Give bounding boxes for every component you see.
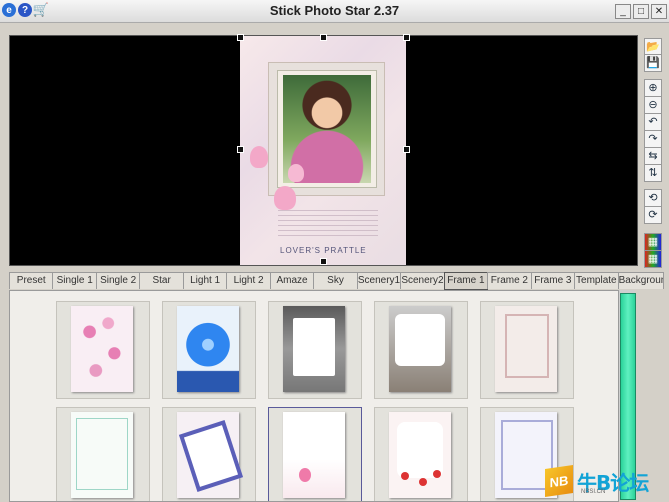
title-bar: e ? 🛒 Stick Photo Star 2.37 _ □ ✕ xyxy=(0,0,669,23)
photo-caption: LOVER'S PRATTLE xyxy=(280,246,367,255)
color-balance-icon[interactable]: ▦ xyxy=(644,250,662,268)
tab-preset[interactable]: Preset xyxy=(9,272,54,289)
photo-frame xyxy=(268,62,385,196)
tab-light-2[interactable]: Light 2 xyxy=(226,272,271,289)
resize-handle[interactable] xyxy=(403,34,410,41)
zoom-out-icon[interactable]: ⊖ xyxy=(644,96,662,114)
decorative-text xyxy=(278,206,378,238)
rotate-right-icon[interactable]: ↷ xyxy=(644,130,662,148)
resize-handle[interactable] xyxy=(403,146,410,153)
thumbnail-blue-flower[interactable] xyxy=(162,301,256,399)
flip-horizontal-icon[interactable]: ⇆ xyxy=(644,147,662,165)
tulip-decoration xyxy=(288,164,304,182)
watermark-sub: NBSI.CN xyxy=(581,489,606,495)
thumbnail-pink-border[interactable] xyxy=(480,301,574,399)
flip-vertical-icon[interactable]: ⇅ xyxy=(644,164,662,182)
window-title: Stick Photo Star 2.37 xyxy=(269,3,400,18)
maximize-button[interactable]: □ xyxy=(633,4,649,19)
resize-handle[interactable] xyxy=(237,34,244,41)
window-controls: _ □ ✕ xyxy=(615,4,667,19)
thumbnail-white-vignette[interactable] xyxy=(374,301,468,399)
tulip-decoration xyxy=(250,146,268,168)
thumbnail-red-floral[interactable] xyxy=(374,407,468,501)
color-adjust-icon[interactable]: ▦ xyxy=(644,233,662,251)
thumbnail-pink-flowers[interactable] xyxy=(56,301,150,399)
close-button[interactable]: ✕ xyxy=(651,4,667,19)
minimize-button[interactable]: _ xyxy=(615,4,631,19)
resize-handle[interactable] xyxy=(320,258,327,265)
tab-star[interactable]: Star xyxy=(139,272,184,289)
preview-canvas[interactable]: LOVER'S PRATTLE xyxy=(9,34,638,266)
thumbnail-gallery xyxy=(9,290,619,502)
tab-background[interactable]: Background xyxy=(617,272,664,289)
tab-scenery2[interactable]: Scenery2 xyxy=(400,272,445,289)
tab-single-1[interactable]: Single 1 xyxy=(52,272,97,289)
tab-frame-1[interactable]: Frame 1 xyxy=(443,272,489,290)
tab-template[interactable]: Template xyxy=(574,272,619,289)
zoom-in-icon[interactable]: ⊕ xyxy=(644,79,662,97)
photo-preview[interactable]: LOVER'S PRATTLE xyxy=(240,36,406,265)
tab-frame-2[interactable]: Frame 2 xyxy=(487,272,532,289)
tab-single-2[interactable]: Single 2 xyxy=(95,272,141,289)
crop-icon[interactable]: ⟲ xyxy=(644,189,662,207)
category-tabs: Preset Single 1 Single 2 Star Light 1 Light 2… xyxy=(9,272,664,290)
save-icon[interactable]: 💾 xyxy=(644,54,662,72)
resize-handle[interactable] xyxy=(320,34,327,41)
thumbnail-tulip-frame[interactable] xyxy=(268,407,362,501)
thumbnail-green-border[interactable] xyxy=(56,407,150,501)
tab-frame-3[interactable]: Frame 3 xyxy=(530,272,576,289)
tab-sky[interactable]: Sky xyxy=(313,272,358,289)
watermark-logo: NB 牛B论坛 NBSI.CN xyxy=(545,465,667,497)
thumbnail-tilted-frame[interactable] xyxy=(162,407,256,501)
reset-icon[interactable]: ⟳ xyxy=(644,206,662,224)
rotate-left-icon[interactable]: ↶ xyxy=(644,113,662,131)
nb-badge: NB xyxy=(545,465,573,497)
thumbnail-gray-frame[interactable] xyxy=(268,301,362,399)
tab-light-1[interactable]: Light 1 xyxy=(182,272,228,289)
tab-scenery1[interactable]: Scenery1 xyxy=(356,272,402,289)
tab-amaze[interactable]: Amaze xyxy=(269,272,315,289)
resize-handle[interactable] xyxy=(237,146,244,153)
